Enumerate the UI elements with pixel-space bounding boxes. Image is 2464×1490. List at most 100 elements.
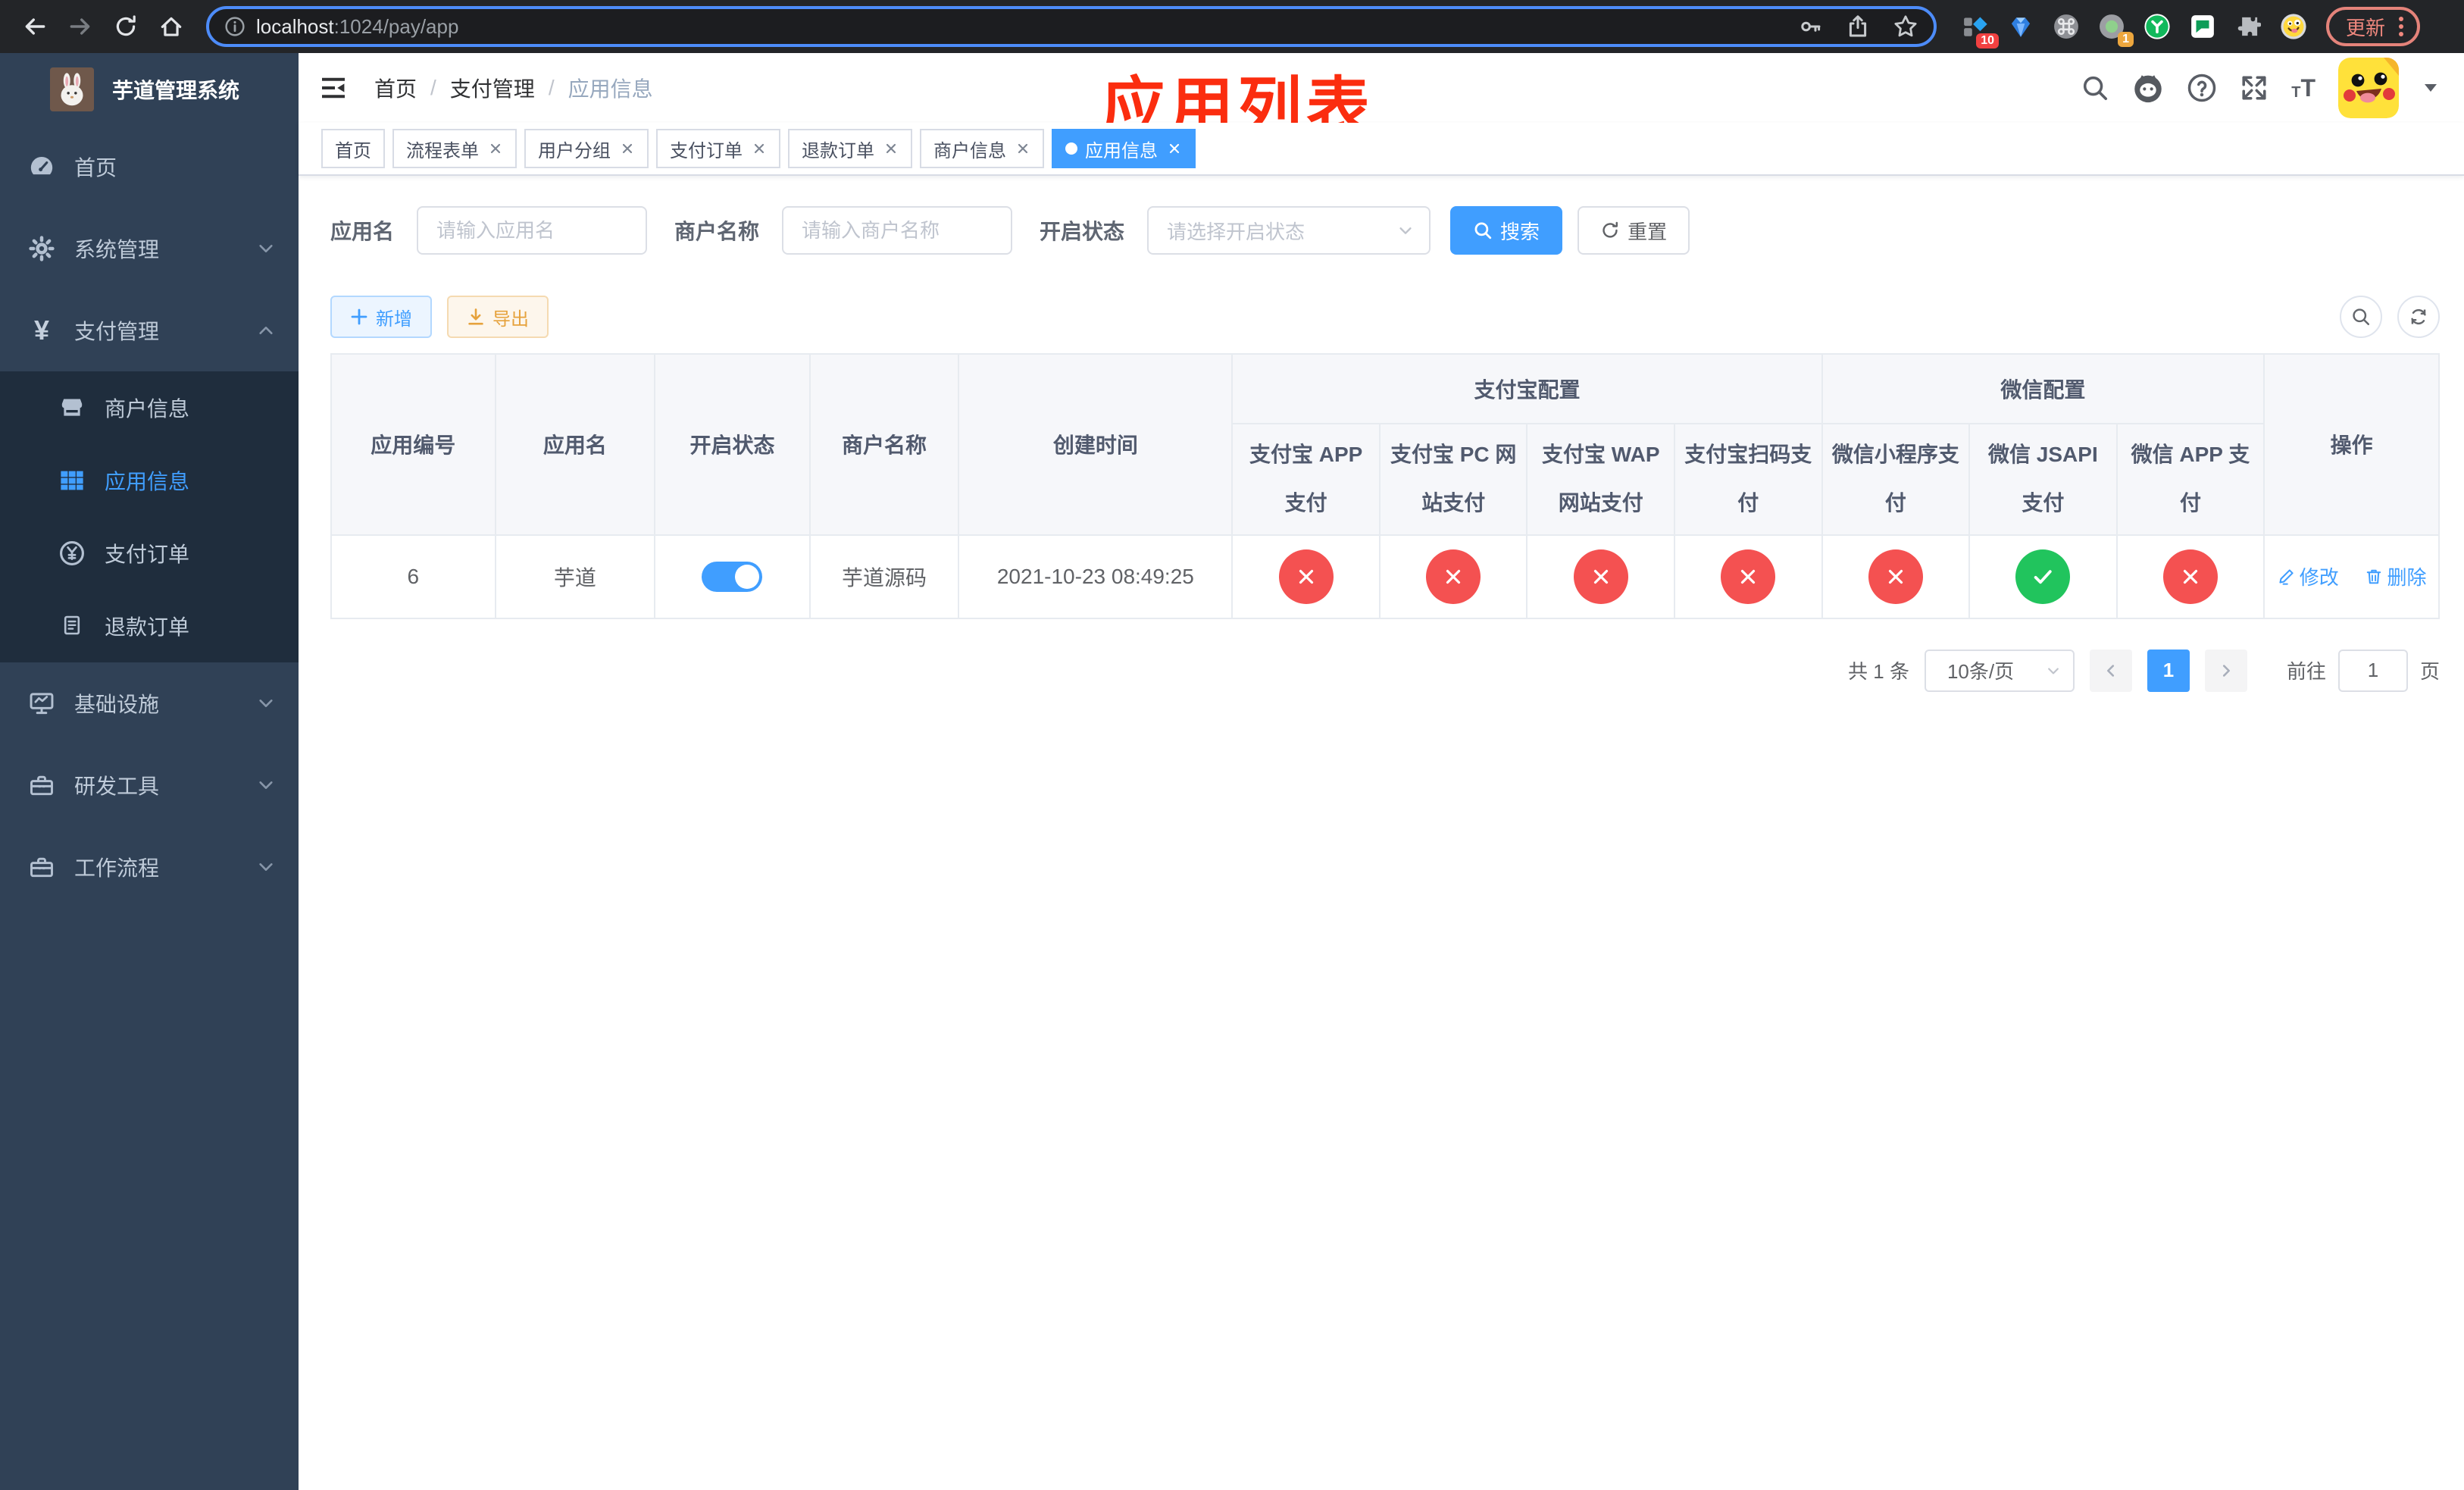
- sidebar-item-home[interactable]: 首页: [0, 126, 299, 208]
- tab-user-group[interactable]: 用户分组: [524, 129, 649, 168]
- browser-reload-button[interactable]: [106, 7, 145, 46]
- tab-pay-orders[interactable]: 支付订单: [656, 129, 780, 168]
- chevron-down-icon: [2048, 668, 2059, 675]
- column-header-wechat-mini: 微信小程序支付: [1821, 422, 1971, 536]
- search-button[interactable]: 搜索: [1450, 206, 1563, 255]
- browser-forward-button[interactable]: [61, 7, 100, 46]
- tab-app-info[interactable]: 应用信息: [1052, 129, 1196, 168]
- grid-icon: [58, 467, 86, 494]
- table-row: 6 芋道 芋道源码 2021-10-23 08:49:25 修改 删除: [330, 534, 2441, 619]
- status-icon: [1278, 549, 1334, 604]
- update-label: 更新: [2346, 16, 2386, 39]
- devtools-extension-icon[interactable]: 10: [1962, 14, 1999, 49]
- close-icon[interactable]: [752, 141, 767, 156]
- url-bar[interactable]: localhost:1024/pay/app: [206, 6, 1937, 47]
- pagination-total: 共 1 条: [1848, 660, 1909, 684]
- reset-button[interactable]: 重置: [1578, 206, 1690, 255]
- command-extension-icon[interactable]: [2053, 14, 2079, 39]
- edit-icon: [2279, 568, 2294, 585]
- recorder-extension-icon[interactable]: 1: [2099, 14, 2134, 47]
- bookmark-star-icon[interactable]: [1893, 14, 1918, 39]
- tab-process-form[interactable]: 流程表单: [392, 129, 517, 168]
- font-size-icon[interactable]: TT: [2291, 76, 2315, 100]
- breadcrumb-section[interactable]: 支付管理: [450, 73, 535, 103]
- toggle-search-button[interactable]: [2340, 296, 2382, 338]
- tab-label: 支付订单: [670, 140, 743, 161]
- browser-menu-icon[interactable]: [2399, 17, 2404, 36]
- sidebar-item-infrastructure[interactable]: 基础设施: [0, 662, 299, 744]
- sidebar-item-merchant-info[interactable]: 商户信息: [0, 371, 299, 444]
- export-button[interactable]: 导出: [447, 296, 549, 338]
- help-icon[interactable]: [2187, 73, 2217, 103]
- cell-enabled: [654, 534, 811, 619]
- yen-icon: ¥: [33, 315, 50, 346]
- tab-home[interactable]: 首页: [321, 129, 385, 168]
- share-icon[interactable]: [1846, 14, 1870, 39]
- chevron-down-icon: [258, 859, 274, 875]
- sidebar-collapse-icon[interactable]: [318, 73, 349, 103]
- gem-extension-icon[interactable]: [2008, 14, 2034, 39]
- close-icon[interactable]: [620, 141, 635, 156]
- close-icon[interactable]: [1167, 141, 1182, 156]
- navbar: 首页 / 支付管理 / 应用信息 TT: [299, 53, 2464, 123]
- sidebar-item-label: 商户信息: [105, 397, 190, 421]
- back-icon: [25, 18, 45, 35]
- chat-extension-icon[interactable]: [2190, 14, 2215, 39]
- fullscreen-icon[interactable]: [2240, 74, 2269, 102]
- browser-back-button[interactable]: [15, 7, 55, 46]
- sidebar-item-payment[interactable]: ¥ 支付管理: [0, 290, 299, 371]
- avatar-caret-icon[interactable]: [2422, 74, 2440, 102]
- sidebar-item-system[interactable]: 系统管理: [0, 208, 299, 290]
- url-host: localhost: [256, 14, 334, 38]
- add-button[interactable]: 新增: [330, 296, 432, 338]
- sidebar-item-workflow[interactable]: 工作流程: [0, 826, 299, 908]
- column-header-id: 应用编号: [330, 352, 496, 536]
- sidebar-item-label: 基础设施: [74, 693, 160, 716]
- tab-label: 商户信息: [933, 140, 1006, 161]
- tab-merchant-info[interactable]: 商户信息: [920, 129, 1044, 168]
- search-button-label: 搜索: [1500, 220, 1540, 243]
- close-icon[interactable]: [488, 141, 503, 156]
- sidebar-logo[interactable]: 芋道管理系统: [0, 53, 299, 126]
- user-avatar[interactable]: [2338, 58, 2399, 118]
- browser-home-button[interactable]: [152, 7, 191, 46]
- column-header-alipay-pc: 支付宝 PC 网站支付: [1378, 422, 1528, 536]
- status-label: 开启状态: [1040, 220, 1125, 243]
- column-header-wechat-jsapi: 微信 JSAPI 支付: [1968, 422, 2118, 536]
- sidebar-item-app-info[interactable]: 应用信息: [0, 444, 299, 517]
- password-key-icon[interactable]: [1799, 14, 1823, 39]
- breadcrumb-home[interactable]: 首页: [374, 73, 417, 103]
- page-size-select[interactable]: 10条/页: [1924, 649, 2075, 692]
- column-header-actions: 操作: [2263, 352, 2441, 536]
- search-icon[interactable]: [2081, 74, 2109, 102]
- edit-link[interactable]: 修改: [2277, 562, 2339, 590]
- enabled-toggle[interactable]: [702, 561, 763, 592]
- close-icon[interactable]: [883, 141, 899, 156]
- prev-page-button[interactable]: [2089, 649, 2132, 692]
- sidebar: 芋道管理系统 首页 系统管理 ¥ 支付管理 商户信息 应用信息 支付订单 退款订…: [0, 53, 299, 1490]
- delete-link-label: 删除: [2387, 566, 2427, 590]
- sidebar-item-refund-orders[interactable]: 退款订单: [0, 590, 299, 662]
- sidebar-item-dev-tools[interactable]: 研发工具: [0, 744, 299, 826]
- sidebar-item-pay-orders[interactable]: 支付订单: [0, 517, 299, 590]
- reset-button-label: 重置: [1628, 220, 1668, 243]
- next-page-button[interactable]: [2204, 649, 2247, 692]
- merchant-name-input[interactable]: [782, 206, 1013, 255]
- green-y-extension-icon[interactable]: [2144, 14, 2170, 39]
- column-header-enabled: 开启状态: [654, 352, 811, 536]
- browser-extensions-area: 10 1 更新: [1962, 7, 2421, 49]
- refresh-table-button[interactable]: [2397, 296, 2440, 338]
- extensions-puzzle-icon[interactable]: [2235, 14, 2261, 39]
- status-select[interactable]: 请选择开启状态: [1147, 206, 1431, 255]
- profile-emoji-icon[interactable]: [2281, 14, 2306, 39]
- close-icon[interactable]: [1015, 141, 1030, 156]
- breadcrumb: 首页 / 支付管理 / 应用信息: [374, 73, 653, 103]
- chevron-down-icon: [258, 777, 274, 794]
- goto-page-input[interactable]: [2337, 649, 2408, 692]
- browser-update-button[interactable]: 更新: [2326, 7, 2421, 46]
- page-number-button[interactable]: 1: [2147, 649, 2190, 692]
- tab-refund-orders[interactable]: 退款订单: [788, 129, 912, 168]
- app-name-input[interactable]: [417, 206, 648, 255]
- github-icon[interactable]: [2132, 72, 2164, 104]
- delete-link[interactable]: 删除: [2365, 562, 2427, 590]
